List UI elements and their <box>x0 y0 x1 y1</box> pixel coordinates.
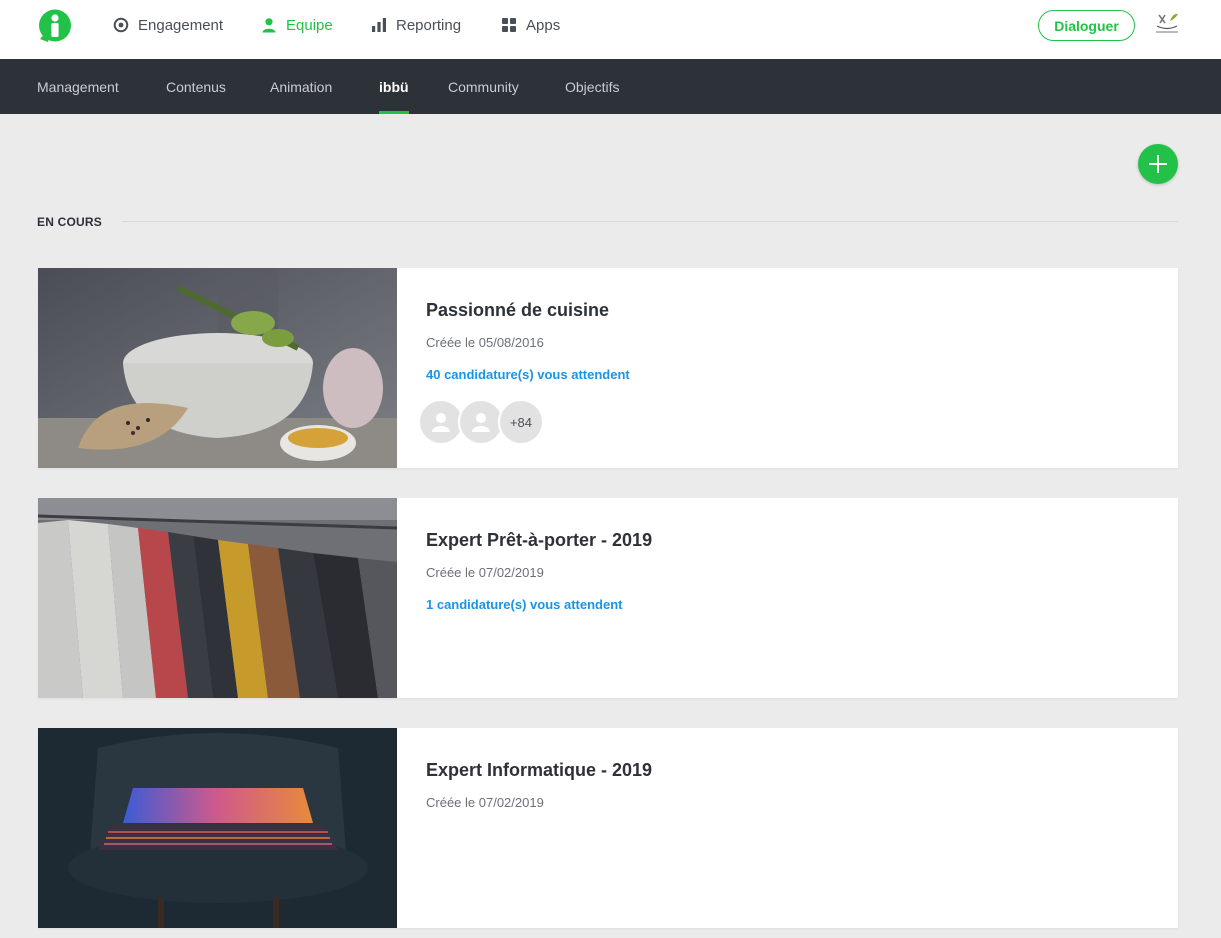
user-icon <box>260 16 278 34</box>
nav-reporting-label: Reporting <box>396 16 462 34</box>
card-expert-informatique[interactable]: Expert Informatique - 2019 Créée le 07/0… <box>38 728 1178 928</box>
card-title: Expert Informatique - 2019 <box>426 760 653 780</box>
nav-apps-label: Apps <box>526 16 561 34</box>
add-button[interactable] <box>1138 144 1178 184</box>
avatar-more-count: +84 <box>498 399 544 445</box>
target-icon <box>112 16 130 34</box>
secondary-nav: Management Contenus Animation ibbü Commu… <box>0 59 1221 114</box>
dialoguer-button[interactable]: Dialoguer <box>1038 10 1135 41</box>
top-bar: Engagement Equipe Reporting Apps Dialogu… <box>0 0 1221 59</box>
clothes-rack-photo <box>38 498 397 698</box>
nav-apps[interactable]: Apps <box>500 14 560 36</box>
card-passionne-de-cuisine[interactable]: Passionné de cuisine Créée le 05/08/2016… <box>38 268 1178 468</box>
card-date: Créée le 07/02/2019 <box>426 795 544 810</box>
card-date: Créée le 05/08/2016 <box>426 335 544 350</box>
applications-link[interactable]: 1 candidature(s) vous attendent <box>426 597 622 612</box>
tab-animation[interactable]: Animation <box>270 59 332 114</box>
tab-contenus[interactable]: Contenus <box>166 59 226 114</box>
card-expert-pret-a-porter[interactable]: Expert Prêt-à-porter - 2019 Créée le 07/… <box>38 498 1178 698</box>
nav-equipe-label: Equipe <box>286 16 333 34</box>
user-placeholder-icon <box>432 413 450 432</box>
section-divider <box>122 221 1178 222</box>
nav-engagement[interactable]: Engagement <box>112 14 223 36</box>
bar-chart-icon <box>370 16 388 34</box>
card-title: Passionné de cuisine <box>426 300 610 320</box>
cooking-photo <box>38 268 397 468</box>
grid-icon <box>500 16 518 34</box>
section-title: EN COURS <box>37 215 102 229</box>
user-placeholder-icon <box>472 413 490 432</box>
company-logo-icon[interactable] <box>1153 11 1181 37</box>
nav-equipe[interactable]: Equipe <box>260 14 333 36</box>
card-date: Créée le 07/02/2019 <box>426 565 544 580</box>
tab-ibbu[interactable]: ibbü <box>379 59 409 114</box>
tab-management[interactable]: Management <box>37 59 119 114</box>
tab-community[interactable]: Community <box>448 59 519 114</box>
applications-link[interactable]: 40 candidature(s) vous attendent <box>426 367 630 382</box>
tab-objectifs[interactable]: Objectifs <box>565 59 619 114</box>
card-title: Expert Prêt-à-porter - 2019 <box>426 530 653 550</box>
nav-reporting[interactable]: Reporting <box>370 14 461 36</box>
nav-engagement-label: Engagement <box>138 16 224 34</box>
laptop-photo <box>38 728 397 928</box>
plus-icon <box>1149 155 1167 173</box>
app-logo-icon[interactable] <box>38 9 72 42</box>
